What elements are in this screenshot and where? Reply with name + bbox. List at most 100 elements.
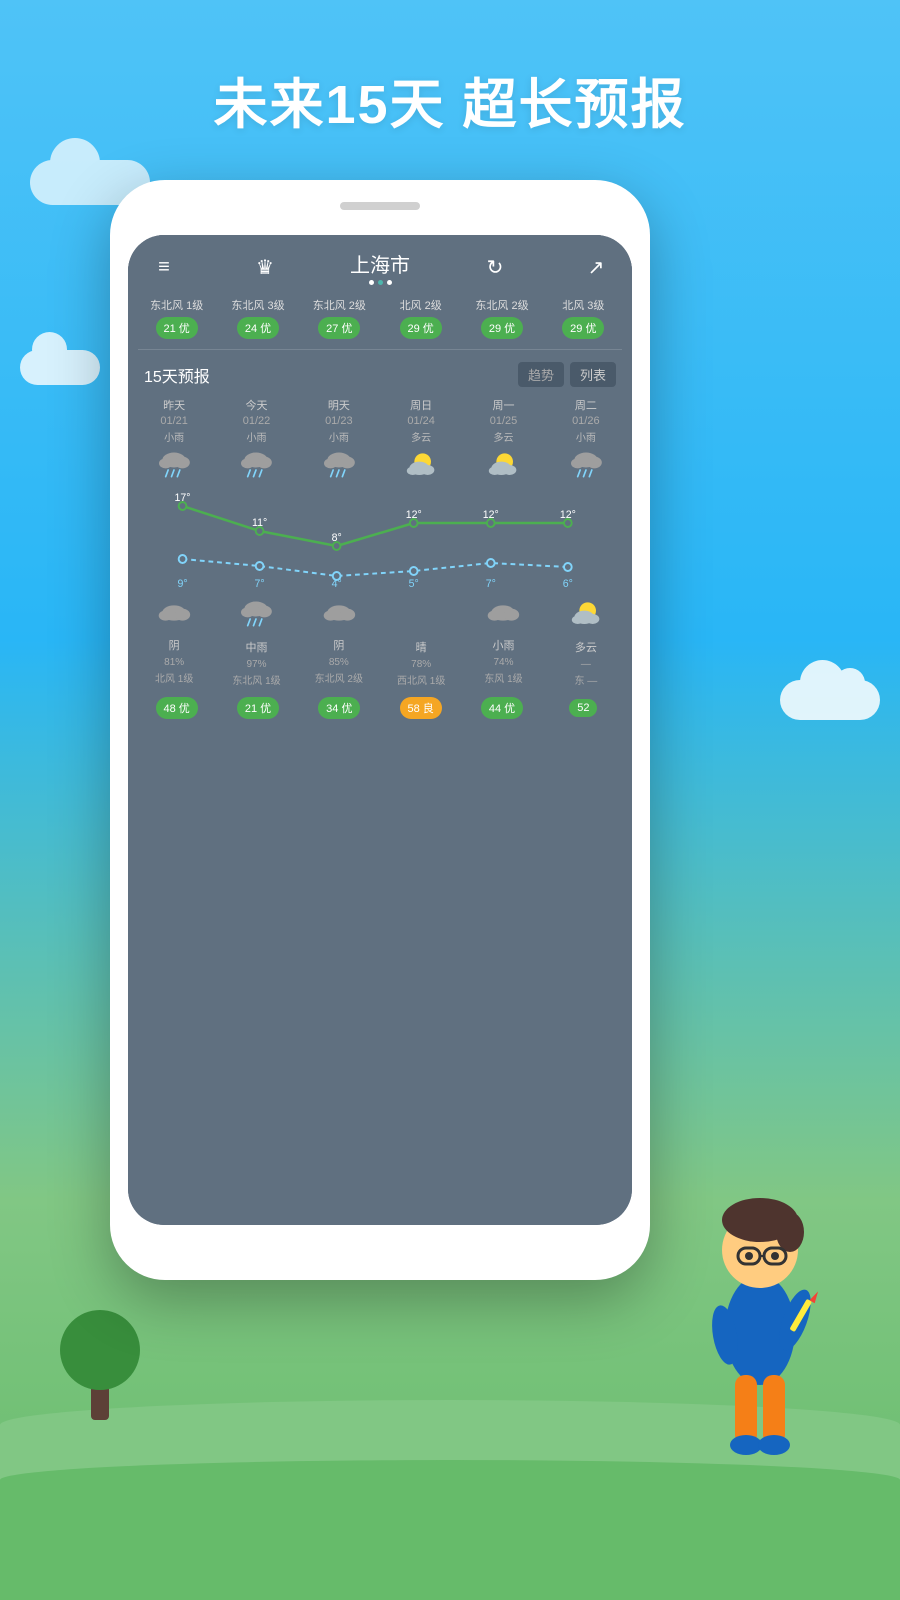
wind-label: 东北风 1级 bbox=[150, 299, 203, 313]
day-weather-icon bbox=[569, 450, 603, 487]
night-weather-text: 多云 bbox=[575, 639, 597, 655]
day-weather-text: 小雨 bbox=[329, 429, 349, 444]
days-grid: 昨天 01/21 小雨 今天 01/22 小雨 明天 01/23 小雨 周日 bbox=[128, 397, 632, 491]
page-dots bbox=[350, 280, 410, 285]
wind-label: 东北风 2级 bbox=[475, 299, 528, 313]
day-label: 今天 bbox=[245, 397, 267, 413]
night-column: 小雨 74% 东风 1级 bbox=[463, 599, 543, 689]
aq-badge: 29 优 bbox=[400, 317, 442, 339]
night-wind: 西北风 1级 bbox=[397, 675, 445, 689]
aq-top-item: 东北风 2级 29 优 bbox=[463, 299, 540, 339]
refresh-icon[interactable]: ↻ bbox=[479, 255, 511, 280]
night-wind: 东 — bbox=[574, 675, 597, 689]
bottom-aq-badge: 21 优 bbox=[237, 697, 279, 719]
aq-top-item: 北风 3级 29 优 bbox=[545, 299, 622, 339]
night-percent: 74% bbox=[493, 656, 513, 670]
forecast-title: 15天预报 bbox=[144, 363, 210, 387]
day-label: 明天 bbox=[328, 397, 350, 413]
night-percent: 97% bbox=[246, 658, 266, 672]
aq-top-item: 东北风 2级 27 优 bbox=[301, 299, 378, 339]
svg-text:7°: 7° bbox=[486, 578, 496, 590]
bottom-aq-badge: 44 优 bbox=[481, 697, 523, 719]
bottom-aq-badge: 58 良 bbox=[400, 697, 442, 719]
bottom-aq-badge: 52 bbox=[569, 699, 597, 717]
night-column: 晴 78% 西北风 1级 bbox=[381, 599, 461, 689]
svg-text:12°: 12° bbox=[406, 509, 422, 521]
aq-top-item: 北风 2级 29 优 bbox=[382, 299, 459, 339]
svg-text:11°: 11° bbox=[252, 517, 267, 529]
svg-text:12°: 12° bbox=[560, 509, 576, 521]
bottom-aq-item: 34 优 bbox=[301, 697, 378, 719]
night-percent: — bbox=[581, 658, 591, 672]
aq-badge: 29 优 bbox=[481, 317, 523, 339]
night-weather-icon bbox=[569, 599, 603, 636]
tab-list[interactable]: 列表 bbox=[570, 362, 616, 387]
night-weather-icon bbox=[486, 599, 520, 634]
night-weather-text: 阴 bbox=[169, 637, 180, 653]
day-column: 明天 01/23 小雨 bbox=[299, 397, 379, 491]
night-column: 中雨 97% 东北风 1级 bbox=[216, 599, 296, 689]
night-column: 多云 — 东 — bbox=[546, 599, 626, 689]
tree-decoration bbox=[60, 1310, 140, 1420]
day-column: 周二 01/26 小雨 bbox=[546, 397, 626, 491]
phone-speaker bbox=[340, 202, 420, 210]
bottom-aq-item: 48 优 bbox=[138, 697, 215, 719]
svg-text:12°: 12° bbox=[483, 509, 499, 521]
day-date: 01/22 bbox=[243, 415, 271, 427]
day-label: 周二 bbox=[575, 397, 597, 413]
aq-top-row: 东北风 1级 21 优 东北风 3级 24 优 东北风 2级 27 优 北风 2… bbox=[128, 293, 632, 349]
tab-trend[interactable]: 趋势 bbox=[518, 362, 564, 387]
aq-top-item: 东北风 3级 24 优 bbox=[219, 299, 296, 339]
night-weather-text: 晴 bbox=[416, 639, 427, 655]
day-column: 周日 01/24 多云 bbox=[381, 397, 461, 491]
night-wind: 东北风 1级 bbox=[232, 675, 280, 689]
aq-badge: 21 优 bbox=[156, 317, 198, 339]
forecast-header: 15天预报 趋势 列表 bbox=[128, 350, 632, 397]
day-label: 昨天 bbox=[163, 397, 185, 413]
bottom-aq-badge: 34 优 bbox=[318, 697, 360, 719]
day-weather-icon bbox=[404, 450, 438, 487]
city-name: 上海市 bbox=[350, 249, 410, 278]
aq-badge: 24 优 bbox=[237, 317, 279, 339]
night-weather-icon bbox=[157, 599, 191, 634]
day-weather-text: 小雨 bbox=[246, 429, 266, 444]
day-date: 01/25 bbox=[490, 415, 518, 427]
day-weather-text: 小雨 bbox=[576, 429, 596, 444]
night-grid: 阴 81% 北风 1级 中雨 97% 东北风 1级 阴 85% 东北风 2级 晴… bbox=[128, 591, 632, 689]
day-weather-text: 多云 bbox=[493, 429, 513, 444]
day-weather-text: 小雨 bbox=[164, 429, 184, 444]
night-weather-text: 小雨 bbox=[492, 637, 514, 653]
svg-text:17°: 17° bbox=[175, 492, 191, 504]
aq-badge: 27 优 bbox=[318, 317, 360, 339]
svg-text:8°: 8° bbox=[332, 532, 342, 544]
temp-chart: 17° 11° 8° 12° 12° 12° 9° 7° 4° 5° 7° 6° bbox=[134, 491, 626, 591]
cloud-decoration-right bbox=[780, 680, 880, 720]
bottom-aq-item: 58 良 bbox=[382, 697, 459, 719]
night-percent: 78% bbox=[411, 658, 431, 672]
night-column: 阴 85% 东北风 2级 bbox=[299, 599, 379, 689]
bottom-aq-item: 21 优 bbox=[219, 697, 296, 719]
phone-screen: ≡ ♛ 上海市 ↻ ↗ 东北风 1级 21 优 东北风 3级 24 优 东北风 bbox=[128, 235, 632, 1225]
menu-icon[interactable]: ≡ bbox=[148, 256, 180, 279]
day-date: 01/26 bbox=[572, 415, 600, 427]
day-weather-icon bbox=[157, 450, 191, 487]
dot-3 bbox=[387, 280, 392, 285]
day-date: 01/24 bbox=[407, 415, 435, 427]
header-bar: ≡ ♛ 上海市 ↻ ↗ bbox=[128, 235, 632, 293]
night-wind: 东北风 2级 bbox=[315, 673, 363, 687]
svg-text:5°: 5° bbox=[409, 578, 419, 590]
wind-label: 东北风 3级 bbox=[231, 299, 284, 313]
night-weather-text: 中雨 bbox=[245, 639, 267, 655]
day-label: 周一 bbox=[492, 397, 514, 413]
dot-2 bbox=[378, 280, 383, 285]
crown-icon[interactable]: ♛ bbox=[249, 255, 281, 280]
night-wind: 北风 1级 bbox=[155, 673, 193, 687]
share-icon[interactable]: ↗ bbox=[580, 255, 612, 280]
svg-text:4°: 4° bbox=[332, 578, 342, 590]
aq-top-item: 东北风 1级 21 优 bbox=[138, 299, 215, 339]
temp-chart-svg: 17° 11° 8° 12° 12° 12° 9° 7° 4° 5° 7° 6° bbox=[144, 491, 616, 591]
day-weather-icon bbox=[239, 450, 273, 487]
night-column: 阴 81% 北风 1级 bbox=[134, 599, 214, 689]
day-date: 01/21 bbox=[160, 415, 188, 427]
wind-label: 东北风 2级 bbox=[313, 299, 366, 313]
